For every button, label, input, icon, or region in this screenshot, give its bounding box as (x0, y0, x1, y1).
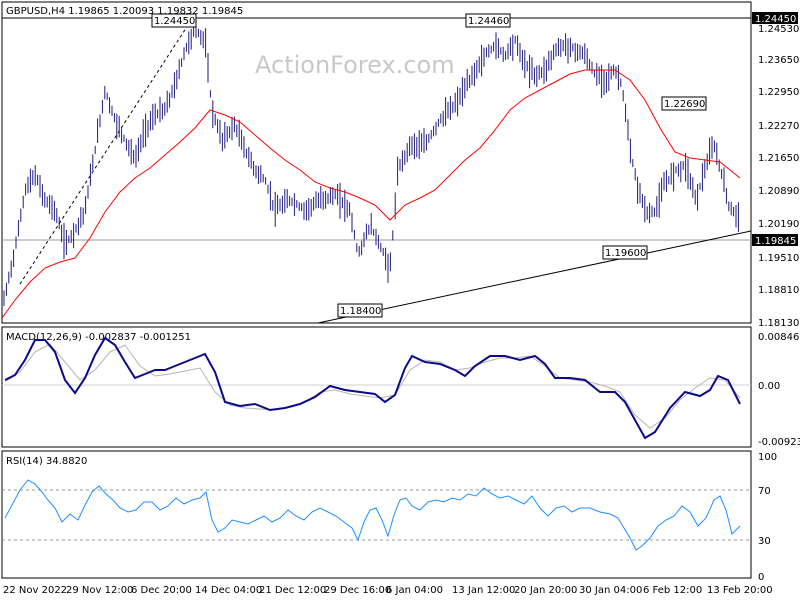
price-tick: 1.19510 (758, 253, 799, 264)
time-axis: 22 Nov 2022 29 Nov 12:00 6 Dec 20:00 14 … (3, 585, 773, 596)
time-tick: 13 Feb 20:00 (707, 585, 773, 596)
time-tick: 13 Jan 12:00 (452, 585, 515, 596)
price-tick: 1.22270 (758, 121, 799, 132)
macd-tick: 0.00 (758, 381, 780, 392)
time-tick: 6 Feb 12:00 (643, 585, 702, 596)
rsi-tick: 70 (758, 486, 771, 497)
rsi-tick: 100 (758, 452, 777, 463)
rsi-title: RSI(14) 34.8820 (6, 456, 87, 467)
annotation-low1: 1.18400 (340, 306, 381, 317)
price-tick: 1.18810 (758, 285, 799, 296)
annotation-high1: 1.24450 (154, 16, 195, 27)
price-tick: 1.23650 (758, 55, 799, 66)
resistance-badge-label: 1.24450 (755, 14, 796, 25)
time-tick: 30 Jan 04:00 (579, 585, 642, 596)
annotation-low2: 1.19600 (605, 248, 646, 259)
price-tick: 1.18130 (758, 318, 799, 329)
current-price-label: 1.19845 (755, 236, 796, 247)
time-tick: 22 Nov 2022 (3, 585, 67, 596)
symbol-header: GBPUSD,H4 1.19865 1.20093 1.19832 1.1984… (6, 6, 243, 17)
time-tick: 14 Dec 04:00 (195, 585, 262, 596)
price-tick: 1.22950 (758, 87, 799, 98)
price-tick: 1.20190 (758, 219, 799, 230)
price-tick: 1.21650 (758, 153, 799, 164)
time-tick: 6 Jan 04:00 (386, 585, 443, 596)
rsi-tick: 30 (758, 536, 771, 547)
macd-tick: 0.008467 (758, 332, 800, 343)
price-tick: 1.20890 (758, 186, 799, 197)
time-tick: 20 Jan 20:00 (514, 585, 577, 596)
time-tick: 29 Nov 12:00 (66, 585, 133, 596)
macd-tick: -0.009233 (758, 437, 800, 448)
time-tick: 29 Dec 16:00 (324, 585, 391, 596)
time-tick: 6 Dec 20:00 (131, 585, 192, 596)
time-tick: 21 Dec 12:00 (259, 585, 326, 596)
annotation-high2: 1.24460 (468, 16, 509, 27)
rsi-tick: 0 (758, 572, 764, 583)
watermark: ActionForex.com (255, 51, 455, 79)
price-tick: 1.24530 (758, 24, 799, 35)
forex-chart: ActionForex.com GBPUSD,H4 1.19865 1.2009… (0, 0, 800, 600)
annotation-high3: 1.22690 (664, 99, 705, 110)
